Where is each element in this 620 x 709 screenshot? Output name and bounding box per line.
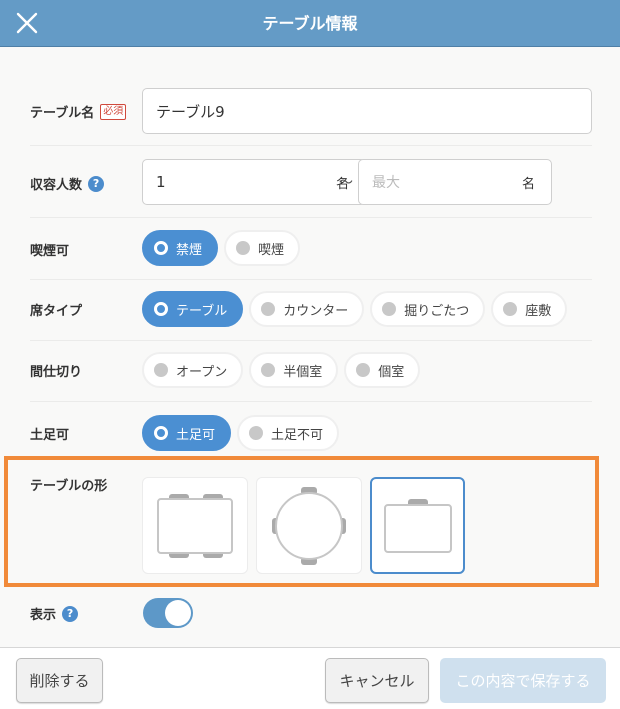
option-shoes-not-allowed[interactable]: 土足不可 (237, 415, 340, 451)
option-zashiki[interactable]: 座敷 (491, 291, 568, 327)
option-private[interactable]: 個室 (344, 352, 421, 388)
capacity-max-unit: 名 (521, 176, 535, 192)
radio-icon (382, 302, 397, 316)
square-1-seat-icon (383, 498, 452, 553)
option-horigotatsu[interactable]: 掘りごたつ (370, 291, 486, 327)
radio-icon (261, 363, 276, 377)
radio-icon (154, 426, 168, 440)
table-name-value: テーブル9 (156, 102, 225, 121)
table-name-input[interactable]: テーブル9 (142, 88, 592, 134)
smoking-label: 喫煙可 (30, 244, 70, 259)
radio-icon (261, 302, 276, 316)
option-label: 禁煙 (176, 242, 203, 258)
table-shape-label: テーブルの形 (30, 479, 108, 494)
smoking-options: 禁煙 喫煙 (142, 230, 301, 266)
option-smoking[interactable]: 喫煙 (224, 230, 301, 266)
square-4-seat-icon (157, 493, 233, 558)
table-shape-options (142, 477, 465, 574)
visible-label: 表示 (30, 608, 57, 623)
shoes-options: 土足可 土足不可 (142, 415, 340, 451)
dialog-header: テーブル情報 (0, 0, 620, 47)
seat-type-options: テーブル カウンター 掘りごたつ 座敷 (142, 291, 568, 327)
radio-icon (249, 426, 264, 440)
radio-icon (236, 241, 251, 255)
cancel-button[interactable]: キャンセル (325, 658, 429, 703)
capacity-max-input[interactable]: 最大 名 (358, 159, 552, 205)
option-label: 座敷 (525, 303, 552, 319)
range-separator: 〜 (339, 175, 353, 191)
partition-row: 間仕切り オープン 半個室 個室 (30, 341, 592, 402)
seat-type-row: 席タイプ テーブル カウンター 掘りごたつ 座敷 (30, 280, 592, 341)
partition-options: オープン 半個室 個室 (142, 352, 421, 388)
capacity-min-value: 1 (156, 173, 166, 191)
radio-icon (503, 302, 518, 316)
capacity-max-placeholder: 最大 (372, 175, 400, 191)
option-label: 土足不可 (271, 427, 324, 443)
option-label: 個室 (378, 364, 405, 380)
required-badge: 必須 (100, 103, 127, 120)
option-label: オープン (176, 364, 228, 380)
option-semi-private[interactable]: 半個室 (249, 352, 339, 388)
table-name-label: テーブル名 (30, 106, 95, 121)
save-button[interactable]: この内容で保存する (440, 658, 606, 703)
option-no-smoking[interactable]: 禁煙 (142, 230, 219, 266)
radio-icon (154, 241, 168, 255)
option-label: テーブル (176, 303, 228, 319)
help-icon[interactable]: ? (62, 605, 79, 622)
radio-icon (154, 363, 168, 377)
shoes-label: 土足可 (30, 428, 70, 443)
shape-option-square-4[interactable] (142, 477, 248, 574)
option-label: 半個室 (283, 364, 323, 380)
capacity-row: 収容人数 ? 1 名 〜 最大 名 (30, 146, 592, 218)
delete-button[interactable]: 削除する (16, 658, 103, 703)
radio-icon (356, 363, 371, 377)
visible-toggle[interactable] (143, 598, 193, 628)
partition-label: 間仕切り (30, 365, 83, 380)
dialog-footer: 削除する キャンセル この内容で保存する (0, 647, 620, 709)
option-label: 土足可 (176, 427, 216, 443)
option-label: 掘りごたつ (404, 303, 470, 319)
toggle-knob (165, 600, 191, 626)
option-table[interactable]: テーブル (142, 291, 244, 327)
option-open[interactable]: オープン (142, 352, 244, 388)
seat-type-label: 席タイプ (30, 304, 83, 319)
shoes-row: 土足可 土足可 土足不可 (30, 402, 592, 463)
radio-icon (154, 302, 168, 316)
shape-option-square-1[interactable] (370, 477, 465, 574)
option-counter[interactable]: カウンター (249, 291, 365, 327)
shape-option-round-4[interactable] (256, 477, 362, 574)
round-4-seat-icon (272, 486, 346, 565)
option-shoes-allowed[interactable]: 土足可 (142, 415, 232, 451)
option-label: 喫煙 (258, 242, 285, 258)
dialog-title: テーブル情報 (262, 14, 358, 33)
capacity-min-input[interactable]: 1 名 (142, 159, 366, 205)
option-label: カウンター (283, 303, 349, 319)
table-name-row: テーブル名 必須 テーブル9 (30, 75, 592, 146)
smoking-row: 喫煙可 禁煙 喫煙 (30, 218, 592, 280)
help-icon[interactable]: ? (88, 175, 105, 192)
capacity-label: 収容人数 (30, 178, 83, 193)
